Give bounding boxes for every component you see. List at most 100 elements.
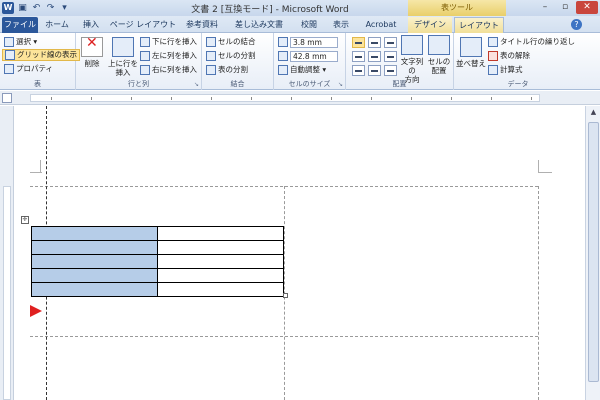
- minimize-icon[interactable]: –: [536, 1, 554, 14]
- delete-icon: [81, 37, 103, 57]
- text-direction-button[interactable]: 文字列の 方向: [398, 35, 426, 84]
- ruler-tick: [451, 97, 452, 100]
- select-button[interactable]: 選択 ▾: [4, 36, 37, 48]
- align-top-left-icon[interactable]: [352, 37, 365, 48]
- align-top-center-icon[interactable]: [368, 37, 381, 48]
- tab-design[interactable]: デザイン: [408, 17, 452, 33]
- cell-height-spinner[interactable]: 3.8 mm: [278, 36, 338, 48]
- select-icon: [4, 37, 14, 47]
- align-middle-left-icon[interactable]: [352, 51, 365, 62]
- tab-layout[interactable]: レイアウト: [454, 17, 504, 33]
- group-label-cell-size: セルのサイズ: [288, 80, 331, 88]
- save-icon[interactable]: ▣: [17, 3, 28, 14]
- table-cell[interactable]: [157, 268, 284, 283]
- gridline-vertical: [538, 186, 539, 400]
- tab-selector-icon[interactable]: [2, 93, 12, 103]
- split-table-label: 表の分割: [218, 65, 248, 74]
- tab-mailings[interactable]: 差し込み文書: [226, 17, 292, 33]
- cell-margins-button[interactable]: セルの 配置: [426, 35, 452, 75]
- insert-above-button[interactable]: 上に行を 挿入: [108, 37, 138, 77]
- text-direction-label-1: 文字列の: [400, 57, 424, 75]
- properties-button[interactable]: プロパティ: [4, 63, 53, 75]
- align-bottom-right-icon[interactable]: [384, 65, 397, 76]
- formula-icon: [488, 65, 498, 75]
- align-bottom-left-icon[interactable]: [352, 65, 365, 76]
- quick-access-toolbar: W ▣ ↶ ↷ ▾: [2, 1, 70, 15]
- cell-width-spinner[interactable]: 42.8 mm: [278, 50, 338, 62]
- table-cell-selected[interactable]: [31, 254, 158, 269]
- tab-insert[interactable]: 挿入: [76, 17, 106, 33]
- customize-qat-icon[interactable]: ▾: [59, 3, 70, 14]
- table-cell[interactable]: [157, 282, 284, 297]
- insert-above-icon: [112, 37, 134, 57]
- insert-right-button[interactable]: 右に列を挿入: [140, 64, 197, 76]
- table-cell-selected[interactable]: [31, 282, 158, 297]
- ribbon-body: 選択 ▾ グリッド線の表示 プロパティ 表 削除 上に行を 挿入 下に行を挿入 …: [0, 33, 600, 90]
- ruler-tick: [411, 97, 412, 100]
- table-cell[interactable]: [157, 254, 284, 269]
- sort-button[interactable]: 並べ替え: [456, 37, 486, 68]
- cell-size-launcher-icon[interactable]: ↘: [338, 81, 343, 88]
- table-cell[interactable]: [157, 240, 284, 255]
- sort-icon: [460, 37, 482, 57]
- align-middle-center-icon[interactable]: [368, 51, 381, 62]
- insert-below-icon: [140, 37, 150, 47]
- tab-acrobat[interactable]: Acrobat: [358, 17, 404, 33]
- table-cell-selected[interactable]: [31, 240, 158, 255]
- scroll-thumb[interactable]: [588, 122, 599, 382]
- word-icon[interactable]: W: [2, 2, 14, 14]
- convert-to-text-button[interactable]: 表の解除: [488, 50, 530, 62]
- table-move-handle-icon[interactable]: ✛: [21, 216, 29, 224]
- vertical-ruler[interactable]: [0, 106, 14, 400]
- view-gridlines-button[interactable]: グリッド線の表示: [2, 49, 80, 61]
- align-bottom-center-icon[interactable]: [368, 65, 381, 76]
- insert-right-icon: [140, 65, 150, 75]
- insert-below-button[interactable]: 下に行を挿入: [140, 36, 197, 48]
- cell-width-field[interactable]: 42.8 mm: [290, 50, 338, 62]
- merge-cells-label: セルの結合: [218, 37, 256, 46]
- ruler-tick: [211, 97, 212, 100]
- scroll-up-icon[interactable]: ▲: [588, 107, 599, 118]
- help-icon[interactable]: ?: [571, 19, 582, 30]
- tab-review[interactable]: 校閲: [294, 17, 324, 33]
- ruler-strip: [30, 94, 540, 102]
- align-top-right-icon[interactable]: [384, 37, 397, 48]
- vertical-scrollbar[interactable]: ▲: [585, 106, 600, 400]
- ruler-tick: [491, 97, 492, 100]
- table-resize-handle-icon[interactable]: [283, 293, 288, 298]
- table-cell[interactable]: [157, 226, 284, 241]
- redo-icon[interactable]: ↷: [45, 3, 56, 14]
- tab-home[interactable]: ホーム: [40, 17, 74, 33]
- cell-height-field[interactable]: 3.8 mm: [290, 36, 338, 48]
- formula-button[interactable]: 計算式: [488, 64, 523, 76]
- table-cell-selected[interactable]: [31, 226, 158, 241]
- tab-file[interactable]: ファイル: [2, 17, 38, 33]
- group-merge: セルの結合 セルの分割 表の分割 結合: [202, 33, 274, 90]
- merge-cells-button[interactable]: セルの結合: [206, 36, 256, 48]
- ruler-tick: [331, 97, 332, 100]
- select-label: 選択 ▾: [16, 37, 38, 46]
- table-row: [31, 254, 284, 269]
- delete-button[interactable]: 削除: [78, 37, 106, 68]
- group-rows-columns: 削除 上に行を 挿入 下に行を挿入 左に列を挿入 右に列を挿入 行と列 ↘: [76, 33, 202, 90]
- close-icon[interactable]: ✕: [576, 1, 598, 14]
- insert-left-button[interactable]: 左に列を挿入: [140, 50, 197, 62]
- table-cell-selected[interactable]: [31, 268, 158, 283]
- autofit-button[interactable]: 自動調整 ▾: [278, 64, 326, 76]
- tab-view[interactable]: 表示: [326, 17, 356, 33]
- repeat-header-button[interactable]: タイトル行の繰り返し: [488, 36, 575, 48]
- table-row: [31, 226, 284, 241]
- split-cells-button[interactable]: セルの分割: [206, 50, 256, 62]
- sort-label: 並べ替え: [456, 59, 486, 68]
- cell-margins-label-2: 配置: [431, 66, 447, 75]
- horizontal-ruler[interactable]: [0, 91, 600, 105]
- formula-label: 計算式: [500, 65, 523, 74]
- tab-references[interactable]: 参考資料: [180, 17, 224, 33]
- insert-left-icon: [140, 51, 150, 61]
- maximize-icon[interactable]: ▫: [556, 1, 574, 14]
- tab-page-layout[interactable]: ページ レイアウト: [108, 17, 178, 33]
- rows-columns-launcher-icon[interactable]: ↘: [194, 81, 199, 88]
- split-table-button[interactable]: 表の分割: [206, 64, 248, 76]
- undo-icon[interactable]: ↶: [31, 3, 42, 14]
- align-middle-right-icon[interactable]: [384, 51, 397, 62]
